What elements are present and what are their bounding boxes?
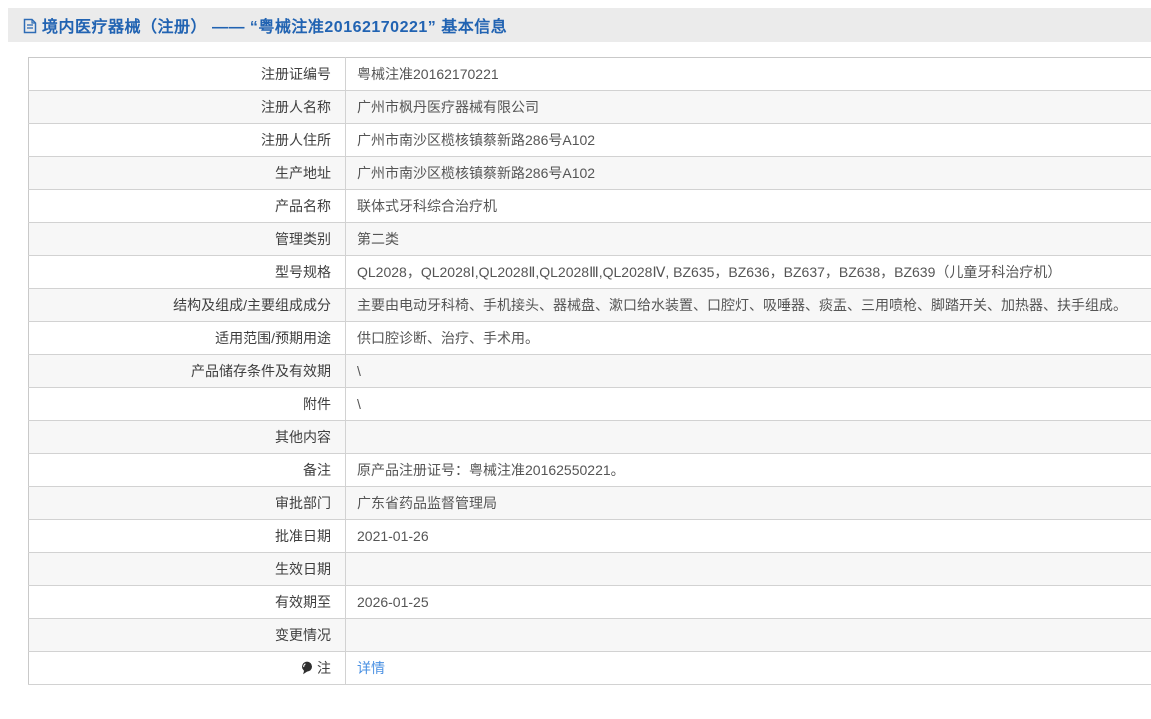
row-value: 供口腔诊断、治疗、手术用。 <box>346 322 1151 355</box>
row-value: 广州市南沙区榄核镇蔡新路286号A102 <box>346 124 1151 157</box>
row-value: 广东省药品监督管理局 <box>346 487 1151 520</box>
row-value: 2026-01-25 <box>346 586 1151 619</box>
row-value-text: 第二类 <box>357 231 399 247</box>
row-label: 生产地址 <box>29 157 346 190</box>
row-label-text: 产品储存条件及有效期 <box>191 363 331 379</box>
row-value-text: 主要由电动牙科椅、手机接头、器械盘、漱口给水装置、口腔灯、吸唾器、痰盂、三用喷枪… <box>357 297 1127 313</box>
row-label-text: 变更情况 <box>275 627 331 643</box>
row-label-text: 产品名称 <box>275 198 331 214</box>
info-table-body: 注册证编号 粤械注准20162170221 注册人名称 广州市枫丹医疗器械有限公… <box>29 58 1151 685</box>
table-row: 有效期至 2026-01-25 <box>29 586 1151 619</box>
row-value-text: QL2028，QL2028Ⅰ,QL2028Ⅱ,QL2028Ⅲ,QL2028Ⅳ, … <box>357 264 1061 280</box>
row-label-text: 管理类别 <box>275 231 331 247</box>
table-row: 变更情况 <box>29 619 1151 652</box>
row-value-text: 2026-01-25 <box>357 594 429 610</box>
row-value-text: 联体式牙科综合治疗机 <box>357 198 497 214</box>
detail-link[interactable]: 详情 <box>357 660 385 676</box>
row-value: 第二类 <box>346 223 1151 256</box>
row-label: 生效日期 <box>29 553 346 586</box>
row-value-text: 粤械注准20162170221 <box>357 66 499 82</box>
row-label: 注 <box>29 652 346 685</box>
row-value: 2021-01-26 <box>346 520 1151 553</box>
row-value-text: 原产品注册证号：粤械注准20162550221。 <box>357 462 625 478</box>
page-title: 境内医疗器械（注册） —— “粤械注准20162170221” 基本信息 <box>42 13 507 37</box>
row-label-text: 注册人名称 <box>261 99 331 115</box>
table-row: 批准日期 2021-01-26 <box>29 520 1151 553</box>
row-value-text: \ <box>357 363 361 379</box>
table-row: 注册证编号 粤械注准20162170221 <box>29 58 1151 91</box>
row-label-text: 附件 <box>303 396 331 412</box>
row-label: 批准日期 <box>29 520 346 553</box>
row-value-text: 广州市南沙区榄核镇蔡新路286号A102 <box>357 132 595 148</box>
table-row: 生产地址 广州市南沙区榄核镇蔡新路286号A102 <box>29 157 1151 190</box>
row-value-text: 广州市枫丹医疗器械有限公司 <box>357 99 539 115</box>
document-icon <box>23 18 37 34</box>
row-label: 注册证编号 <box>29 58 346 91</box>
row-label: 注册人名称 <box>29 91 346 124</box>
table-row: 产品名称 联体式牙科综合治疗机 <box>29 190 1151 223</box>
row-value-text: 广东省药品监督管理局 <box>357 495 497 511</box>
row-label-text: 批准日期 <box>275 528 331 544</box>
row-label: 变更情况 <box>29 619 346 652</box>
row-value: 广州市枫丹医疗器械有限公司 <box>346 91 1151 124</box>
row-value: 详情 <box>346 652 1151 685</box>
row-value <box>346 619 1151 652</box>
row-label: 审批部门 <box>29 487 346 520</box>
balloon-icon <box>301 661 313 675</box>
row-label-text: 型号规格 <box>275 264 331 280</box>
row-label: 有效期至 <box>29 586 346 619</box>
table-row: 生效日期 <box>29 553 1151 586</box>
row-label: 适用范围/预期用途 <box>29 322 346 355</box>
table-row: 其他内容 <box>29 421 1151 454</box>
row-label: 附件 <box>29 388 346 421</box>
row-value-text: 2021-01-26 <box>357 528 429 544</box>
row-label-text: 结构及组成/主要组成成分 <box>173 297 331 313</box>
info-table: 注册证编号 粤械注准20162170221 注册人名称 广州市枫丹医疗器械有限公… <box>28 57 1151 685</box>
row-label-text: 注册证编号 <box>261 66 331 82</box>
row-value: 联体式牙科综合治疗机 <box>346 190 1151 223</box>
row-value: 主要由电动牙科椅、手机接头、器械盘、漱口给水装置、口腔灯、吸唾器、痰盂、三用喷枪… <box>346 289 1151 322</box>
table-row: 适用范围/预期用途 供口腔诊断、治疗、手术用。 <box>29 322 1151 355</box>
table-row: 型号规格 QL2028，QL2028Ⅰ,QL2028Ⅱ,QL2028Ⅲ,QL20… <box>29 256 1151 289</box>
row-label: 结构及组成/主要组成成分 <box>29 289 346 322</box>
row-label-text: 其他内容 <box>275 429 331 445</box>
row-value: 原产品注册证号：粤械注准20162550221。 <box>346 454 1151 487</box>
row-label-text: 生效日期 <box>275 561 331 577</box>
row-value <box>346 553 1151 586</box>
table-row: 管理类别 第二类 <box>29 223 1151 256</box>
row-label: 管理类别 <box>29 223 346 256</box>
row-label: 备注 <box>29 454 346 487</box>
row-label-text: 注册人住所 <box>261 132 331 148</box>
row-value: \ <box>346 388 1151 421</box>
table-row: 结构及组成/主要组成成分 主要由电动牙科椅、手机接头、器械盘、漱口给水装置、口腔… <box>29 289 1151 322</box>
row-label-text: 注 <box>317 660 331 676</box>
row-value: QL2028，QL2028Ⅰ,QL2028Ⅱ,QL2028Ⅲ,QL2028Ⅳ, … <box>346 256 1151 289</box>
row-value: 粤械注准20162170221 <box>346 58 1151 91</box>
table-row: 注册人住所 广州市南沙区榄核镇蔡新路286号A102 <box>29 124 1151 157</box>
row-label: 其他内容 <box>29 421 346 454</box>
row-label-text: 有效期至 <box>275 594 331 610</box>
info-table-wrap: 注册证编号 粤械注准20162170221 注册人名称 广州市枫丹医疗器械有限公… <box>28 57 1151 685</box>
row-value: \ <box>346 355 1151 388</box>
row-value-text: \ <box>357 396 361 412</box>
table-row: 注 详情 <box>29 652 1151 685</box>
row-value <box>346 421 1151 454</box>
row-label-text: 审批部门 <box>275 495 331 511</box>
row-label-text: 生产地址 <box>275 165 331 181</box>
row-label-text: 适用范围/预期用途 <box>215 330 331 346</box>
row-label: 产品名称 <box>29 190 346 223</box>
row-value: 广州市南沙区榄核镇蔡新路286号A102 <box>346 157 1151 190</box>
table-row: 产品储存条件及有效期 \ <box>29 355 1151 388</box>
row-label: 注册人住所 <box>29 124 346 157</box>
row-value-text: 供口腔诊断、治疗、手术用。 <box>357 330 539 346</box>
header-bar: 境内医疗器械（注册） —— “粤械注准20162170221” 基本信息 <box>8 8 1151 42</box>
row-label: 型号规格 <box>29 256 346 289</box>
row-label: 产品储存条件及有效期 <box>29 355 346 388</box>
table-row: 审批部门 广东省药品监督管理局 <box>29 487 1151 520</box>
table-row: 注册人名称 广州市枫丹医疗器械有限公司 <box>29 91 1151 124</box>
table-row: 附件 \ <box>29 388 1151 421</box>
table-row: 备注 原产品注册证号：粤械注准20162550221。 <box>29 454 1151 487</box>
row-value-text: 广州市南沙区榄核镇蔡新路286号A102 <box>357 165 595 181</box>
row-label-text: 备注 <box>303 462 331 478</box>
